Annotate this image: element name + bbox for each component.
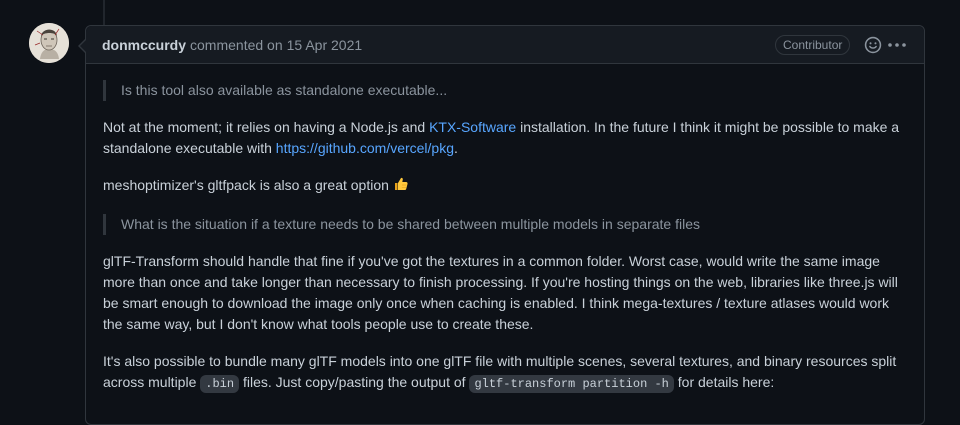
comment-header: donmccurdy commented on 15 Apr 2021 Cont… — [86, 26, 924, 64]
smiley-icon[interactable] — [864, 36, 882, 54]
quote-text: What is the situation if a texture needs… — [121, 216, 700, 232]
kebab-horizontal-icon[interactable] — [887, 36, 907, 54]
quote-text: Is this tool also available as standalon… — [121, 82, 448, 98]
bin-code: .bin — [200, 375, 240, 393]
avatar[interactable] — [29, 23, 69, 63]
paragraph-text: for details here: — [673, 374, 775, 390]
paragraph-gltfpack: meshoptimizer's gltfpack is also a great… — [103, 175, 908, 198]
timeline-line — [103, 0, 105, 25]
contributor-badge: Contributor — [775, 35, 851, 55]
paragraph-text: . — [454, 140, 458, 156]
partition-command-code: gltf-transform partition -h — [469, 375, 674, 393]
avatar-image — [29, 23, 69, 63]
comment-date-link[interactable]: 15 Apr 2021 — [287, 37, 363, 53]
paragraph-bundle-models: It's also possible to bundle many glTF m… — [103, 351, 908, 395]
thumbs-up-emoji — [393, 176, 409, 198]
paragraph-node-dependency: Not at the moment; it relies on having a… — [103, 117, 908, 159]
paragraph-text: meshoptimizer's gltfpack is also a great… — [103, 177, 393, 193]
quote-standalone-executable: Is this tool also available as standalon… — [103, 80, 908, 101]
comment-body: Is this tool also available as standalon… — [86, 64, 924, 395]
paragraph-text: Not at the moment; it relies on having a… — [103, 119, 430, 135]
comment-action: commented on — [190, 36, 283, 53]
paragraph-text: files. Just copy/pasting the output of — [239, 374, 470, 390]
paragraph-shared-textures: glTF-Transform should handle that fine i… — [103, 253, 898, 332]
comment-box: donmccurdy commented on 15 Apr 2021 Cont… — [78, 25, 925, 425]
quote-shared-texture: What is the situation if a texture needs… — [103, 214, 908, 235]
author-link[interactable]: donmccurdy — [102, 37, 186, 53]
ktx-software-link[interactable]: KTX-Software — [429, 119, 516, 135]
vercel-pkg-link[interactable]: https://github.com/vercel/pkg — [276, 140, 454, 156]
